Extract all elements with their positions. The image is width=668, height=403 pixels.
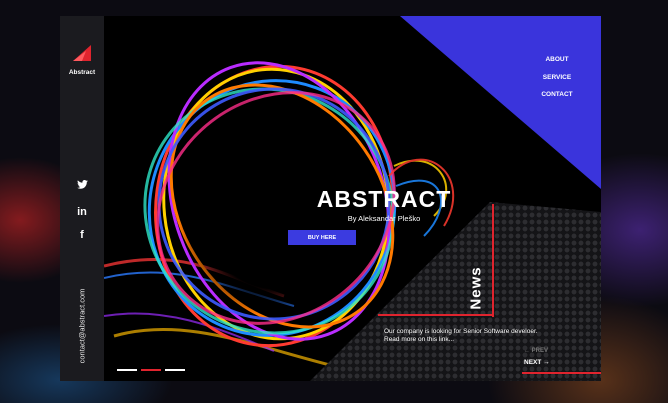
facebook-icon[interactable]: f: [60, 229, 104, 241]
buy-button[interactable]: BUY HERE: [288, 230, 356, 245]
logo-icon[interactable]: [73, 45, 91, 61]
twitter-icon[interactable]: [60, 180, 104, 192]
news-divider: [378, 314, 494, 316]
slide-dot-1[interactable]: [117, 369, 137, 371]
next-button[interactable]: NEXT →: [524, 359, 550, 366]
landing-card: ABOUT SERVICE CONTACT News Our company i…: [60, 16, 601, 381]
prev-button[interactable]: ← PREV: [524, 348, 548, 354]
slide-dot-3[interactable]: [165, 369, 185, 371]
contact-email[interactable]: contact@abstract.com: [78, 289, 87, 364]
news-bottom-line: [522, 372, 601, 374]
sidebar: Abstract in f contact@abstract.com: [60, 16, 104, 381]
news-text[interactable]: Our company is looking for Senior Softwa…: [384, 328, 549, 344]
hero-byline: By Aleksandar Pleško: [347, 214, 421, 223]
news-title: News: [467, 266, 485, 310]
linkedin-icon[interactable]: in: [60, 206, 104, 218]
slide-dot-2[interactable]: [141, 369, 161, 371]
nav-about[interactable]: ABOUT: [527, 56, 587, 63]
nav-contact[interactable]: CONTACT: [527, 91, 587, 98]
hero-title: ABSTRACT: [316, 186, 452, 212]
news-accent-line: [492, 204, 494, 317]
logo-text[interactable]: Abstract: [60, 69, 104, 76]
nav-service[interactable]: SERVICE: [527, 74, 587, 81]
